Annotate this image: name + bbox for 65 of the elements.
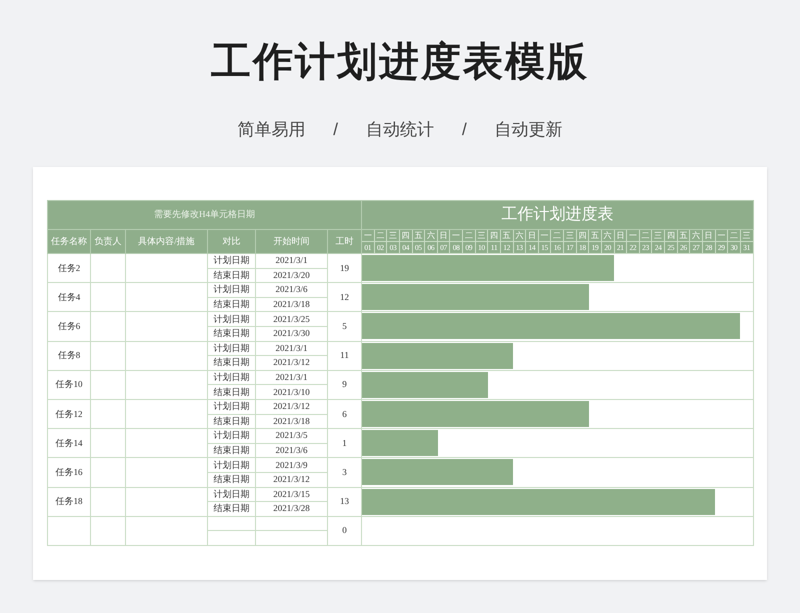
column-header: 对比 <box>208 230 256 254</box>
column-header: 开始时间 <box>256 230 328 254</box>
table-cell: 计划日期 <box>208 428 256 444</box>
owner-cell <box>90 399 126 429</box>
date-cell: 2021/3/6 <box>256 282 328 298</box>
task-name-cell: 任务18 <box>48 487 90 516</box>
date-cell: 2021/3/5 <box>256 428 328 444</box>
date-cell: 2021/3/1 <box>256 254 328 268</box>
owner-cell <box>90 458 126 487</box>
task-name-cell: 任务10 <box>48 370 90 400</box>
tagline-item: 简单易用 <box>237 119 306 141</box>
task-name-cell: 任务6 <box>48 312 90 342</box>
task-name-cell: 任务14 <box>48 428 90 458</box>
note-header: 需要先修改H4单元格日期 <box>48 200 362 230</box>
task-name-cell: 任务4 <box>48 282 90 312</box>
table-cell: 结束日期 <box>208 326 256 342</box>
owner-cell <box>90 282 126 312</box>
table-cell: 结束日期 <box>208 356 256 370</box>
owner-cell <box>90 341 126 370</box>
table-cell: 结束日期 <box>208 297 256 312</box>
owner-cell <box>90 516 126 546</box>
task-name-cell <box>48 516 90 546</box>
table-cell: 结束日期 <box>208 472 256 487</box>
table-cell: 计划日期 <box>208 458 256 472</box>
date-cell: 2021/3/9 <box>256 458 328 472</box>
task-name-cell: 任务8 <box>48 341 90 370</box>
column-header: 负责人 <box>90 230 126 254</box>
owner-cell <box>90 428 126 458</box>
table-cell: 结束日期 <box>208 384 256 400</box>
table-cell: 计划日期 <box>208 341 256 356</box>
page-title: 工作计划进度表模版 <box>211 39 589 86</box>
separator-slash: / <box>462 119 467 141</box>
hours-cell: 0 <box>328 516 362 546</box>
task-name-cell: 任务16 <box>48 458 90 487</box>
table-cell: 计划日期 <box>208 254 256 268</box>
owner-cell <box>90 254 126 283</box>
table-cell <box>208 530 256 546</box>
owner-cell <box>90 370 126 400</box>
date-cell: 2021/3/12 <box>256 399 328 414</box>
date-cell <box>256 516 328 531</box>
table-cell: 计划日期 <box>208 399 256 414</box>
tagline-item: 自动统计 <box>366 119 434 141</box>
column-header: 具体内容/措施 <box>126 230 208 254</box>
task-name-cell: 任务2 <box>48 254 90 283</box>
table-cell: 计划日期 <box>208 370 256 385</box>
table-cell <box>208 516 256 531</box>
table-cell: 结束日期 <box>208 502 256 516</box>
table-cell: 结束日期 <box>208 268 256 283</box>
date-cell: 2021/3/1 <box>256 341 328 356</box>
table-cell: 结束日期 <box>208 414 256 429</box>
task-name-cell: 任务12 <box>48 399 90 429</box>
owner-cell <box>90 487 126 516</box>
date-cell: 2021/3/15 <box>256 487 328 502</box>
separator-slash: / <box>333 119 338 141</box>
date-cell: 2021/3/25 <box>256 312 328 326</box>
table-cell: 计划日期 <box>208 487 256 502</box>
owner-cell <box>90 312 126 342</box>
table-cell: 计划日期 <box>208 312 256 326</box>
column-header: 任务名称 <box>48 230 90 254</box>
column-header: 工时 <box>328 230 362 254</box>
date-cell: 2021/3/1 <box>256 370 328 385</box>
table-cell: 计划日期 <box>208 282 256 298</box>
tagline-item: 自动更新 <box>494 119 563 141</box>
table-cell: 结束日期 <box>208 443 256 458</box>
chart-title-header: 工作计划进度表 <box>362 200 754 230</box>
